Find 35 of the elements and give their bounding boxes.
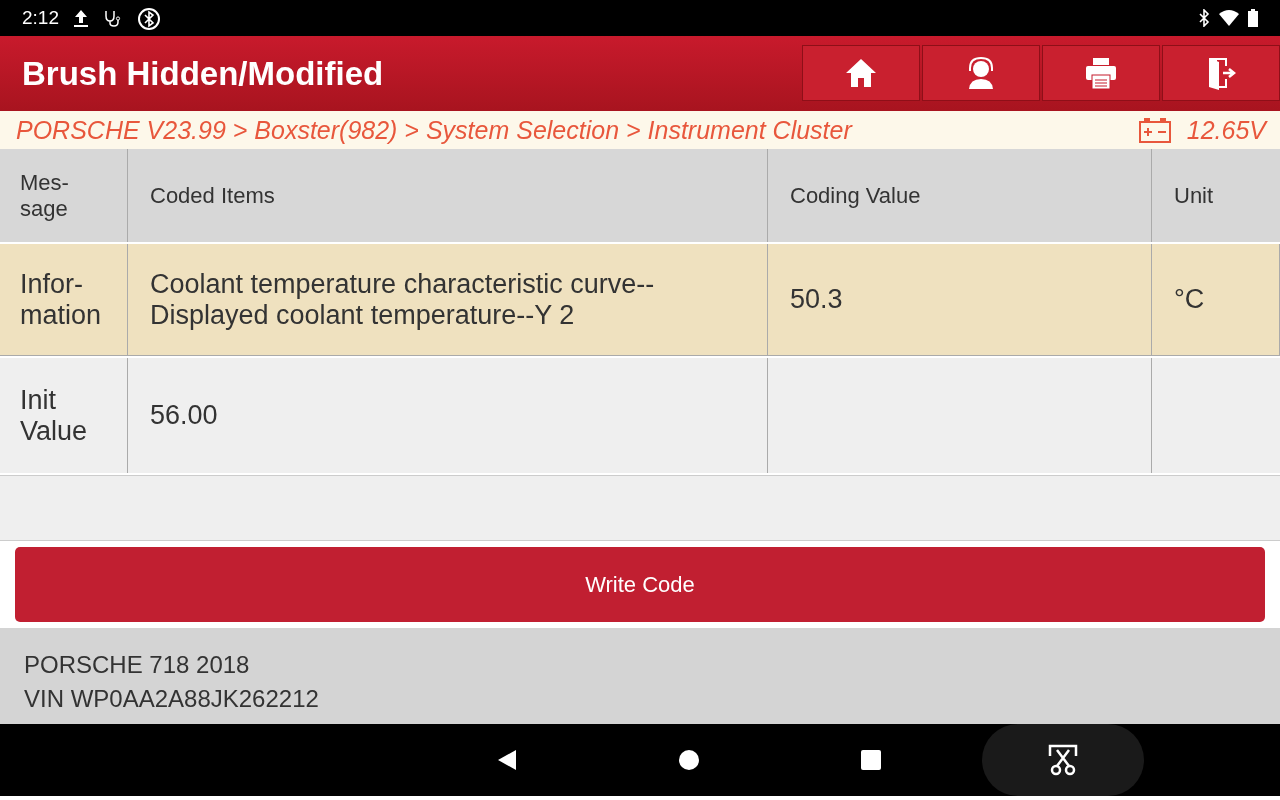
column-header: Coded Items (128, 149, 768, 242)
table-row[interactable]: Infor-mation Coolant temperature characteristic curve--Displayed coolant temperature--Y 2 50.3 °C (0, 244, 1280, 358)
home-circle-icon (678, 749, 700, 771)
vehicle-model: PORSCHE 718 2018 (24, 651, 251, 679)
table-cell-text: Infor-mation (20, 268, 103, 331)
table-cell: °C (1174, 284, 1205, 315)
battery-icon (1138, 117, 1171, 143)
table-cell-text: Init Value (20, 384, 89, 447)
bluetooth-icon (137, 6, 161, 30)
table-cell: 50.3 (790, 284, 843, 315)
back-icon (496, 748, 518, 772)
column-header: Mes-sage (0, 149, 128, 242)
upload-icon (73, 8, 89, 28)
table-row[interactable]: Init Value 56.00 (0, 358, 1280, 475)
printer-button[interactable] (1042, 45, 1160, 101)
wifi-icon (1218, 9, 1240, 27)
table-cell: 56.00 (150, 400, 218, 431)
table-cell-text: Coolant temperature characteristic curve--Displayed coolant temperature--Y 2 (150, 268, 656, 331)
write-code-button[interactable]: Write Code (15, 547, 1265, 622)
voltage-reading: 12.65V (1186, 115, 1266, 145)
headset-person-button[interactable] (922, 45, 1040, 101)
bluetooth-icon (1198, 9, 1210, 27)
status-time: 2:12 (22, 7, 59, 29)
column-header: Coding Value (768, 149, 1152, 242)
breadcrumb-path: PORSCHE V23.99 > Boxster(982) > System Selection > Instrument Cluster (16, 115, 852, 145)
printer-icon (1083, 55, 1119, 91)
battery-icon (1248, 9, 1258, 27)
scissors-icon (1047, 744, 1079, 776)
page-title: Brush Hidden/Modified (22, 54, 384, 93)
column-header: Unit (1173, 181, 1215, 210)
stethoscope-icon (103, 8, 123, 28)
square-icon (860, 749, 882, 771)
home-button[interactable] (802, 45, 920, 101)
vehicle-vin: VIN WP0AA2A88JK262212 (24, 685, 320, 713)
door-exit-button[interactable] (1162, 45, 1280, 101)
